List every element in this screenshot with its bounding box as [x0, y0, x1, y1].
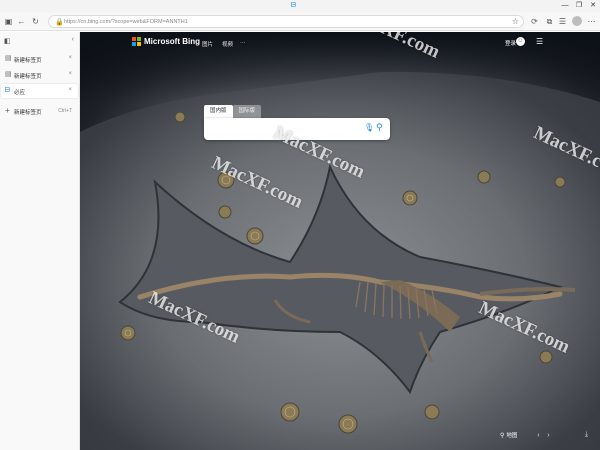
microsoft-logo-icon	[132, 37, 141, 46]
reading-icon[interactable]: ⟳	[530, 17, 539, 26]
page-icon: ▤	[5, 71, 12, 78]
profile-icon[interactable]	[572, 16, 582, 26]
more-icon[interactable]: ⋯	[587, 17, 596, 26]
bing-b-icon: ᗷ	[5, 87, 11, 94]
url-text[interactable]: https://cn.bing.com/?scope=web&FORM=ANNT…	[64, 19, 188, 25]
hamburger-menu-icon[interactable]: ☰	[536, 37, 543, 46]
collections-icon[interactable]: ⧉	[545, 17, 554, 26]
user-avatar-icon[interactable]: ☺	[516, 37, 525, 46]
extensions-icon[interactable]: ☰	[558, 17, 567, 26]
login-link[interactable]: 登录	[505, 39, 516, 47]
back-icon[interactable]: ←	[17, 17, 26, 26]
location-pin-icon[interactable]: ⚲	[500, 432, 504, 439]
close-tab-icon[interactable]: ×	[68, 55, 72, 61]
close-tab-icon[interactable]: ×	[68, 87, 72, 93]
page-icon: ▤	[5, 55, 12, 62]
browser-toolbar: ▣ ← ↻ 🔒 https://cn.bing.com/?scope=web&F…	[0, 12, 600, 31]
microphone-icon[interactable]: 🎙	[364, 123, 374, 132]
bing-b-icon[interactable]: ᗷ	[291, 2, 298, 9]
new-tab-label: 新建标签页	[14, 110, 42, 116]
plus-icon: +	[5, 106, 10, 115]
minimize-button[interactable]: —	[558, 0, 572, 12]
download-image-icon[interactable]: ⤓	[585, 431, 588, 439]
shortcut-hint: Ctrl+T	[58, 108, 72, 114]
chevron-right-icon[interactable]: ›	[543, 432, 553, 439]
window-controls: — ❐ ✕	[558, 0, 600, 12]
search-icon[interactable]: ⚲	[376, 122, 383, 133]
sidebar-header: ◧ ‹	[0, 32, 80, 50]
favorites-star-icon[interactable]: ☆	[512, 17, 519, 26]
close-tab-icon[interactable]: ×	[68, 71, 72, 77]
bing-homepage: Microsoft Bing 图片 视频 ··· 登录 ☺ ☰ 国内版 国际版 …	[80, 32, 600, 450]
title-bar: ᗷ — ❐ ✕	[0, 0, 600, 12]
bing-logo[interactable]: Microsoft Bing	[132, 37, 200, 46]
location-label[interactable]: 地图	[506, 431, 517, 439]
nav-videos[interactable]: 视频	[222, 40, 233, 48]
bing-brand-text: Microsoft Bing	[144, 37, 200, 46]
new-tab-button[interactable]: + 新建标签页 Ctrl+T	[1, 104, 78, 118]
tab-item-new-tab-1[interactable]: ▤ 新建标签页 ×	[1, 52, 78, 66]
collapse-sidebar-icon[interactable]: ‹	[72, 36, 74, 43]
vertical-tabs-sidebar: ◧ ‹ ▤ 新建标签页 × ▤ 新建标签页 × ᗷ 必应 × + 新建标签页 C…	[0, 32, 80, 450]
restore-button[interactable]: ❐	[572, 0, 586, 12]
tab-label: 新建标签页	[14, 74, 42, 80]
refresh-icon[interactable]: ↻	[31, 17, 40, 26]
background-fossil-image	[80, 71, 600, 450]
nav-more[interactable]: ···	[240, 40, 246, 46]
nav-images[interactable]: 图片	[202, 40, 213, 48]
tab-label: 新建标签页	[14, 58, 42, 64]
address-bar[interactable]: 🔒 https://cn.bing.com/?scope=web&FORM=AN…	[48, 15, 524, 28]
tab-international[interactable]: 国际版	[232, 105, 262, 118]
chevron-left-icon[interactable]: ‹	[533, 432, 543, 439]
tab-item-bing[interactable]: ᗷ 必应 ×	[1, 84, 78, 98]
tab-actions-icon[interactable]: ▣	[4, 17, 13, 26]
tab-domestic[interactable]: 国内版	[204, 105, 233, 118]
lock-icon[interactable]: 🔒	[55, 18, 64, 26]
image-info-bar: ⚲ 地图 ‹ ›	[500, 431, 553, 440]
tab-item-new-tab-2[interactable]: ▤ 新建标签页 ×	[1, 68, 78, 82]
close-window-button[interactable]: ✕	[586, 0, 600, 12]
tab-actions-icon[interactable]: ◧	[4, 37, 11, 45]
tab-label: 必应	[14, 90, 26, 96]
search-region-tabs: 国内版 国际版	[204, 105, 262, 118]
